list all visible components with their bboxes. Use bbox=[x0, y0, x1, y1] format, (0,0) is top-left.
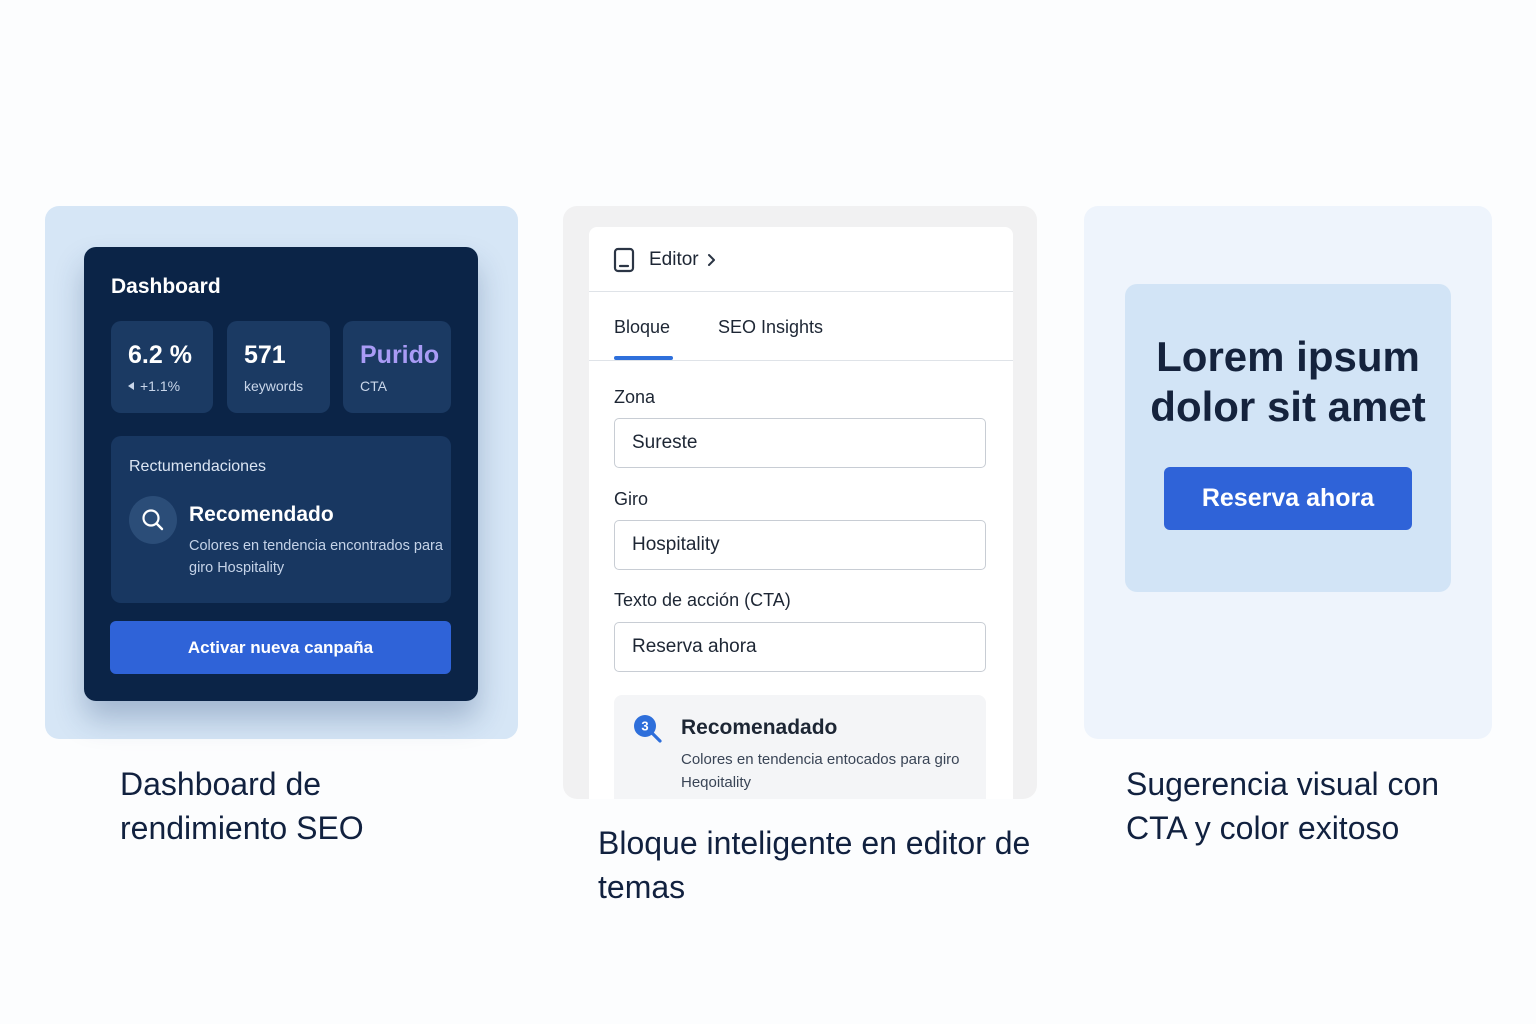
seo-dashboard-card: Dashboard 6.2 % +1.1% 571 keywords Purid… bbox=[84, 247, 478, 701]
dashboard-caption: Dashboard de rendimiento SEO bbox=[120, 766, 364, 846]
cta-text-field[interactable] bbox=[614, 622, 986, 672]
hero-headline: Lorem ipsum dolor sit amet bbox=[1150, 333, 1426, 430]
theme-editor-window: Editor Bloque SEO Insights Zona Giro Tex… bbox=[589, 227, 1013, 799]
stat-sub: CTA bbox=[360, 378, 387, 394]
visual-caption: Sugerencia visual con CTA y color exitos… bbox=[1126, 766, 1440, 846]
recommendation-badge-count: 3 bbox=[641, 719, 648, 734]
editor-breadcrumb[interactable]: Editor bbox=[649, 249, 699, 271]
stat-sub: +1.1% bbox=[128, 378, 180, 394]
giro-label: Giro bbox=[614, 489, 649, 509]
editor-recommendation-card[interactable]: 3 Recomenadado Colores en tendencia ento… bbox=[614, 695, 986, 799]
cta-text-label: Texto de acción (CTA) bbox=[614, 590, 791, 610]
search-icon bbox=[129, 496, 177, 544]
editor-recommendation-title: Recomenadado bbox=[681, 716, 838, 739]
stat-card-keywords[interactable]: 571 keywords bbox=[227, 321, 330, 413]
active-tab-indicator bbox=[614, 356, 673, 360]
tab-bloque[interactable]: Bloque bbox=[614, 317, 670, 338]
recommendations-heading: Rectumendaciones bbox=[129, 458, 266, 475]
tab-seo-insights[interactable]: SEO Insights bbox=[718, 317, 823, 338]
document-icon bbox=[613, 247, 635, 278]
recommendations-card[interactable]: Rectumendaciones Recomendado Colores en … bbox=[111, 436, 451, 603]
editor-tabs: Bloque SEO Insights bbox=[589, 292, 1013, 361]
visual-suggestion-card: Lorem ipsum dolor sit amet Reserva ahora bbox=[1125, 284, 1451, 592]
zona-label: Zona bbox=[614, 387, 656, 407]
recommendation-title: Recomendado bbox=[189, 503, 334, 526]
stat-value: 6.2 % bbox=[128, 341, 192, 369]
zona-field[interactable] bbox=[614, 418, 986, 468]
stat-sub: keywords bbox=[244, 378, 304, 394]
activate-campaign-button[interactable]: Activar nueva canpaña bbox=[110, 621, 451, 674]
stat-value: Purido bbox=[360, 341, 440, 369]
giro-field[interactable] bbox=[614, 520, 986, 570]
trend-left-icon bbox=[128, 382, 134, 390]
search-badge-icon: 3 bbox=[632, 713, 666, 752]
reserve-now-button[interactable]: Reserva ahora bbox=[1164, 467, 1412, 530]
stat-value: 571 bbox=[244, 341, 286, 369]
editor-caption: Bloque inteligente en editor de temas bbox=[598, 825, 1031, 905]
editor-recommendation-text: Colores en tendencia entocados para giro… bbox=[681, 751, 960, 791]
stat-card-ctr[interactable]: 6.2 % +1.1% bbox=[111, 321, 213, 413]
stat-card-cta[interactable]: Purido CTA bbox=[343, 321, 451, 413]
chevron-right-icon[interactable] bbox=[707, 253, 717, 272]
dashboard-title: Dashboard bbox=[111, 275, 221, 298]
recommendation-text: Colores en tendencia encontrados para gi… bbox=[189, 538, 443, 576]
editor-header: Editor bbox=[589, 227, 1013, 292]
stat-trend: +1.1% bbox=[140, 378, 181, 394]
